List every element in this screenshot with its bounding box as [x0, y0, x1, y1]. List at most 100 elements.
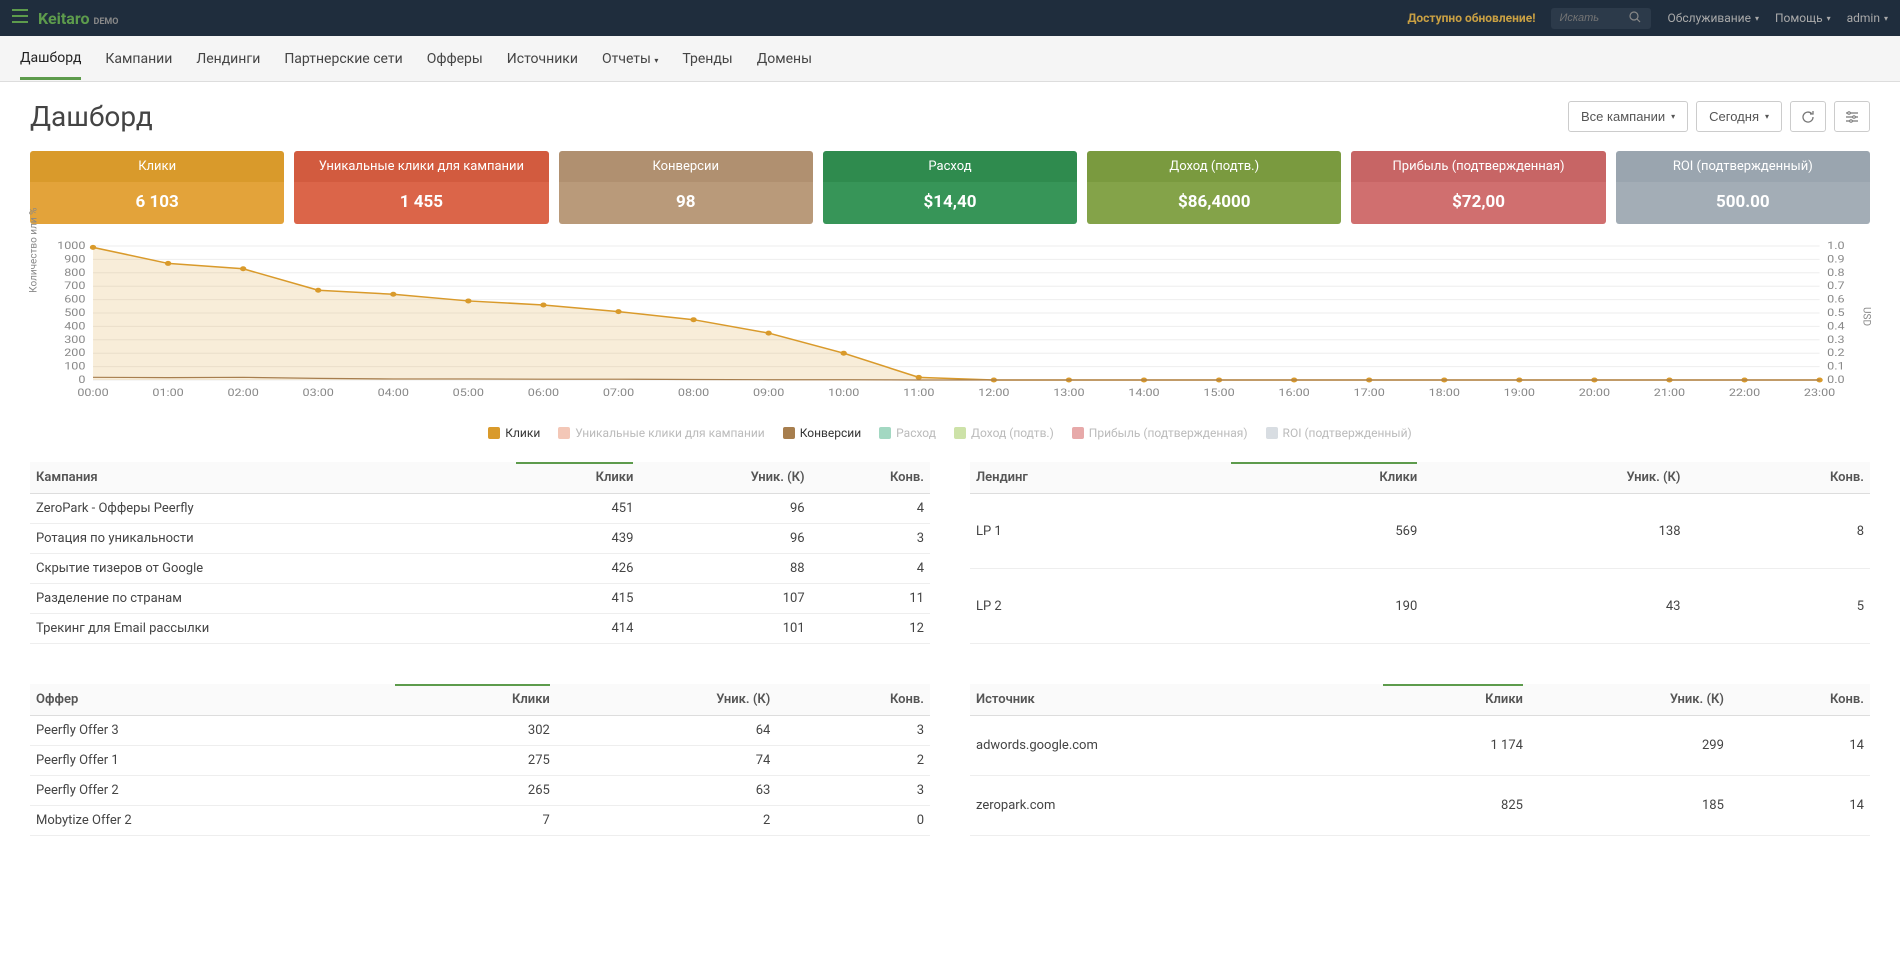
legend-item[interactable]: Клики — [488, 426, 540, 440]
user-menu[interactable]: admin▾ — [1847, 11, 1888, 25]
table-cell: 4 — [811, 554, 930, 584]
table-cell: 96 — [639, 494, 810, 524]
legend-item[interactable]: ROI (подтвержденный) — [1266, 426, 1412, 440]
nav-tab[interactable]: Лендинги — [196, 39, 260, 79]
table-header[interactable]: Уник. (К) — [1423, 462, 1686, 494]
table-cell: 439 — [510, 524, 639, 554]
table-row[interactable]: Peerfly Offer 2265633 — [30, 776, 930, 806]
legend-swatch — [954, 427, 966, 439]
table-cell: Mobytize Offer 2 — [30, 806, 389, 836]
svg-text:13:00: 13:00 — [1053, 386, 1084, 398]
table-row[interactable]: LP 15691388 — [970, 494, 1870, 569]
page-title: Дашборд — [30, 100, 153, 133]
table-cell: 275 — [389, 746, 555, 776]
table-row[interactable]: Разделение по странам41510711 — [30, 584, 930, 614]
legend-label: Клики — [505, 426, 540, 440]
stat-value: $86,4000 — [1087, 182, 1341, 224]
nav-tab[interactable]: Источники — [507, 39, 578, 79]
stat-label: Расход — [823, 151, 1077, 182]
nav-tab[interactable]: Партнерские сети — [284, 39, 402, 79]
table-header[interactable]: Уник. (К) — [1529, 684, 1730, 716]
legend-item[interactable]: Расход — [879, 426, 936, 440]
table-row[interactable]: Peerfly Offer 3302643 — [30, 716, 930, 746]
settings-button[interactable] — [1834, 101, 1870, 132]
table-row[interactable]: Скрытие тизеров от Google426884 — [30, 554, 930, 584]
svg-text:0.3: 0.3 — [1827, 333, 1844, 345]
table-cell: 426 — [510, 554, 639, 584]
svg-text:07:00: 07:00 — [603, 386, 634, 398]
table-cell: 4 — [811, 494, 930, 524]
nav-tab[interactable]: Тренды — [682, 39, 732, 79]
svg-text:0.5: 0.5 — [1827, 306, 1844, 318]
svg-text:01:00: 01:00 — [152, 386, 183, 398]
y-right-label: USD — [1861, 307, 1872, 326]
table-cell: ZeroPark - Офферы Peerfly — [30, 494, 510, 524]
stat-card[interactable]: Клики6 103 — [30, 151, 284, 224]
help-menu[interactable]: Помощь▾ — [1775, 11, 1831, 25]
table-header[interactable]: Оффер — [30, 684, 389, 716]
table-header[interactable]: Конв. — [1730, 684, 1870, 716]
topbar: KeitaroDEMO Доступно обновление! Обслужи… — [0, 0, 1900, 36]
table-cell: Трекинг для Email рассылки — [30, 614, 510, 644]
menu-icon[interactable] — [12, 9, 28, 27]
svg-text:14:00: 14:00 — [1128, 386, 1159, 398]
table-row[interactable]: Трекинг для Email рассылки41410112 — [30, 614, 930, 644]
table-header[interactable]: Кампания — [30, 462, 510, 494]
svg-text:16:00: 16:00 — [1278, 386, 1309, 398]
stat-card[interactable]: Прибыль (подтвержденная)$72,00 — [1351, 151, 1605, 224]
offers-table: ОфферКликиУник. (К)Конв.Peerfly Offer 33… — [30, 684, 930, 836]
table-row[interactable]: Peerfly Offer 1275742 — [30, 746, 930, 776]
nav-tab[interactable]: Отчеты ▾ — [602, 39, 658, 79]
table-row[interactable]: Ротация по уникальности439963 — [30, 524, 930, 554]
svg-text:09:00: 09:00 — [753, 386, 784, 398]
stat-card[interactable]: Доход (подтв.)$86,4000 — [1087, 151, 1341, 224]
table-header[interactable]: Конв. — [776, 684, 930, 716]
table-header[interactable]: Клики — [510, 462, 639, 494]
nav-tab[interactable]: Кампании — [105, 39, 172, 79]
table-cell: 185 — [1529, 776, 1730, 836]
nav-tab[interactable]: Домены — [757, 39, 812, 79]
nav-tab[interactable]: Офферы — [427, 39, 483, 79]
table-row[interactable]: zeropark.com82518514 — [970, 776, 1870, 836]
table-header[interactable]: Клики — [1225, 462, 1424, 494]
legend-item[interactable]: Конверсии — [783, 426, 861, 440]
table-header[interactable]: Конв. — [1687, 462, 1871, 494]
table-header[interactable]: Клики — [389, 684, 555, 716]
nav-tab[interactable]: Дашборд — [20, 38, 81, 80]
table-row[interactable]: ZeroPark - Офферы Peerfly451964 — [30, 494, 930, 524]
table-row[interactable]: LP 2190435 — [970, 569, 1870, 644]
table-header[interactable]: Уник. (К) — [639, 462, 810, 494]
nav-tabs: Дашборд Кампании Лендинги Партнерские сети О… — [0, 36, 1900, 82]
sliders-icon — [1845, 110, 1859, 124]
today-button[interactable]: Сегодня▾ — [1696, 101, 1782, 132]
table-header[interactable]: Лендинг — [970, 462, 1225, 494]
legend-item[interactable]: Прибыль (подтвержденная) — [1072, 426, 1248, 440]
tables-grid: КампанияКликиУник. (К)Конв.ZeroPark - Оф… — [0, 462, 1900, 856]
table-header[interactable]: Уник. (К) — [556, 684, 776, 716]
legend-swatch — [1266, 427, 1278, 439]
stat-card[interactable]: Конверсии98 — [559, 151, 813, 224]
table-header[interactable]: Конв. — [811, 462, 930, 494]
refresh-icon — [1801, 110, 1815, 124]
table-header[interactable]: Клики — [1377, 684, 1529, 716]
svg-text:0.4: 0.4 — [1827, 320, 1845, 332]
legend-item[interactable]: Уникальные клики для кампании — [558, 426, 764, 440]
table-row[interactable]: adwords.google.com1 17429914 — [970, 716, 1870, 776]
table-cell: 5 — [1687, 569, 1871, 644]
refresh-button[interactable] — [1790, 101, 1826, 132]
search-input[interactable] — [1559, 12, 1629, 24]
campaigns-dropdown[interactable]: Все кампании▾ — [1568, 101, 1688, 132]
stat-card[interactable]: Уникальные клики для кампании1 455 — [294, 151, 548, 224]
stat-card[interactable]: Расход$14,40 — [823, 151, 1077, 224]
stat-card[interactable]: ROI (подтвержденный)500.00 — [1616, 151, 1870, 224]
stat-label: Доход (подтв.) — [1087, 151, 1341, 182]
svg-text:0.0: 0.0 — [1827, 373, 1844, 385]
legend-item[interactable]: Доход (подтв.) — [954, 426, 1054, 440]
page-header: Дашборд Все кампании▾ Сегодня▾ — [0, 82, 1900, 151]
table-row[interactable]: Mobytize Offer 2720 — [30, 806, 930, 836]
search-box[interactable] — [1551, 8, 1651, 29]
service-menu[interactable]: Обслуживание▾ — [1667, 11, 1759, 25]
update-notice[interactable]: Доступно обновление! — [1407, 11, 1535, 25]
table-cell: 138 — [1423, 494, 1686, 569]
table-header[interactable]: Источник — [970, 684, 1377, 716]
